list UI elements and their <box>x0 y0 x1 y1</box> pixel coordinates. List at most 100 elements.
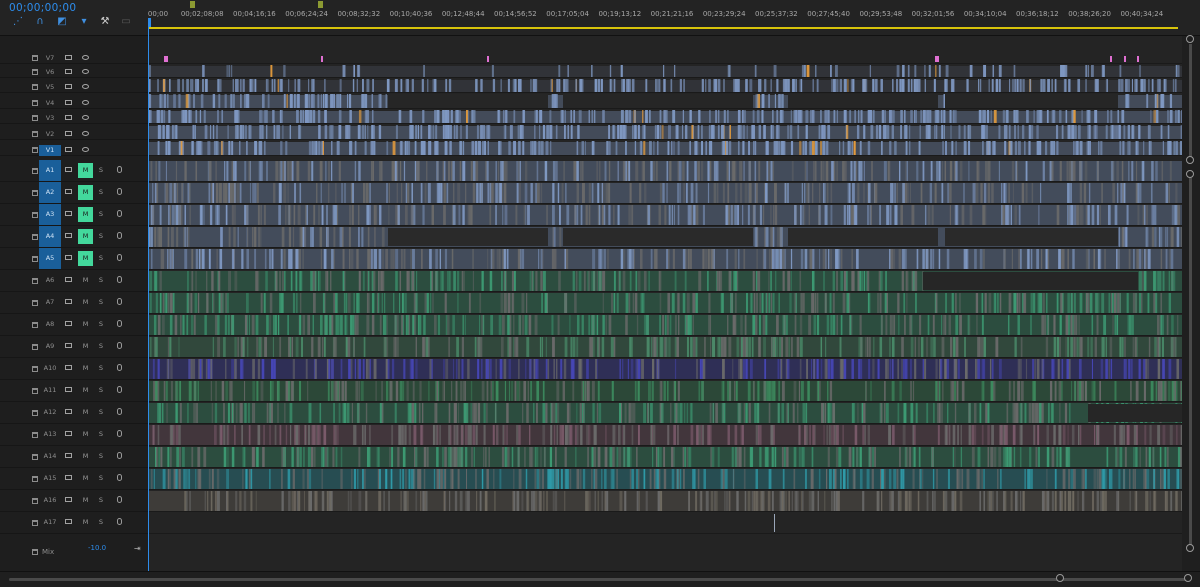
audio-clip[interactable] <box>1110 161 1114 181</box>
audio-clip[interactable] <box>763 337 766 357</box>
audio-clip[interactable] <box>1175 183 1178 203</box>
track-name[interactable]: A5 <box>39 248 61 269</box>
audio-clip[interactable] <box>780 359 783 379</box>
audio-clip[interactable] <box>1116 293 1120 313</box>
audio-clip[interactable] <box>887 161 891 181</box>
audio-clip[interactable] <box>341 381 345 401</box>
audio-clip[interactable] <box>216 315 220 335</box>
video-clip[interactable] <box>809 141 812 155</box>
audio-clip[interactable] <box>195 161 198 181</box>
audio-clip[interactable] <box>444 491 447 511</box>
audio-clip[interactable] <box>433 469 436 489</box>
audio-clip[interactable] <box>494 491 496 511</box>
audio-clip[interactable] <box>492 381 494 401</box>
audio-clip[interactable] <box>511 293 515 313</box>
audio-clip[interactable] <box>435 403 438 423</box>
audio-clip[interactable] <box>598 403 602 423</box>
video-clip[interactable] <box>1151 79 1154 92</box>
video-clip[interactable] <box>232 94 235 108</box>
audio-clip[interactable] <box>865 337 867 357</box>
audio-clip[interactable] <box>968 425 971 445</box>
audio-clip[interactable] <box>252 381 256 401</box>
audio-clip[interactable] <box>308 469 312 489</box>
audio-clip[interactable] <box>165 381 168 401</box>
audio-clip[interactable] <box>412 469 416 489</box>
audio-clip[interactable] <box>768 403 771 423</box>
audio-clip[interactable] <box>690 183 694 203</box>
audio-clip[interactable] <box>1096 491 1099 511</box>
audio-clip[interactable] <box>470 403 472 423</box>
video-clip[interactable] <box>820 141 823 155</box>
audio-clip[interactable] <box>299 381 302 401</box>
video-clip[interactable] <box>1009 79 1011 92</box>
audio-clip[interactable] <box>536 469 540 489</box>
audio-clip[interactable] <box>804 183 806 203</box>
audio-clip[interactable] <box>285 205 287 225</box>
audio-clip[interactable] <box>790 337 793 357</box>
video-clip[interactable] <box>1148 125 1151 139</box>
video-clip[interactable] <box>892 79 894 92</box>
video-clip[interactable] <box>497 110 500 123</box>
audio-clip[interactable] <box>372 161 375 181</box>
audio-clip[interactable] <box>888 469 892 489</box>
audio-clip[interactable] <box>918 447 921 467</box>
audio-clip[interactable] <box>667 425 669 445</box>
video-clip[interactable] <box>663 65 665 77</box>
video-clip[interactable] <box>924 65 926 77</box>
audio-clip[interactable] <box>1030 293 1033 313</box>
audio-clip[interactable] <box>949 205 951 225</box>
audio-clip[interactable] <box>486 381 489 401</box>
video-clip[interactable] <box>288 79 290 92</box>
audio-clip[interactable] <box>415 447 418 467</box>
audio-clip[interactable] <box>389 447 391 467</box>
video-clip[interactable] <box>697 125 700 139</box>
audio-clip[interactable] <box>1132 337 1135 357</box>
track-name[interactable]: A16 <box>39 490 61 511</box>
audio-clip[interactable] <box>158 381 160 401</box>
audio-clip[interactable] <box>829 403 832 423</box>
video-clip[interactable] <box>790 141 794 155</box>
audio-clip[interactable] <box>1111 293 1114 313</box>
audio-clip[interactable] <box>1165 249 1168 269</box>
audio-clip[interactable] <box>544 161 547 181</box>
audio-clip[interactable] <box>629 271 632 291</box>
audio-clip[interactable] <box>919 315 922 335</box>
video-clip[interactable] <box>698 110 701 123</box>
video-clip[interactable] <box>835 65 838 77</box>
audio-clip[interactable] <box>1070 315 1073 335</box>
video-clip[interactable] <box>941 125 944 139</box>
video-clip[interactable] <box>709 141 712 155</box>
audio-clip[interactable] <box>155 447 157 467</box>
audio-clip[interactable] <box>975 293 979 313</box>
audio-clip[interactable] <box>1056 293 1059 313</box>
audio-clip[interactable] <box>579 403 582 423</box>
audio-clip[interactable] <box>906 161 909 181</box>
audio-clip[interactable] <box>1020 337 1023 357</box>
audio-clip[interactable] <box>746 359 748 379</box>
audio-clip[interactable] <box>1016 161 1018 181</box>
audio-clip[interactable] <box>1112 183 1115 203</box>
audio-clip[interactable] <box>279 293 282 313</box>
audio-clip[interactable] <box>333 425 336 445</box>
audio-clip[interactable] <box>301 337 304 357</box>
audio-clip[interactable] <box>343 293 346 313</box>
empty-gap[interactable] <box>1088 404 1182 422</box>
audio-clip[interactable] <box>279 271 281 291</box>
audio-clip[interactable] <box>411 359 414 379</box>
video-clip[interactable] <box>462 141 465 155</box>
video-clip[interactable] <box>910 79 913 92</box>
audio-clip[interactable] <box>465 491 468 511</box>
audio-clip[interactable] <box>229 183 233 203</box>
audio-clip[interactable] <box>1164 447 1167 467</box>
audio-clip[interactable] <box>456 425 459 445</box>
audio-clip[interactable] <box>162 293 165 313</box>
audio-clip[interactable] <box>575 447 577 467</box>
audio-clip[interactable] <box>865 381 867 401</box>
audio-clip[interactable] <box>659 271 662 291</box>
audio-clip[interactable] <box>1143 205 1146 225</box>
audio-clip[interactable] <box>604 491 607 511</box>
audio-clip[interactable] <box>1156 271 1160 291</box>
audio-clip[interactable] <box>1151 161 1154 181</box>
audio-clip[interactable] <box>826 315 830 335</box>
audio-clip[interactable] <box>632 293 634 313</box>
